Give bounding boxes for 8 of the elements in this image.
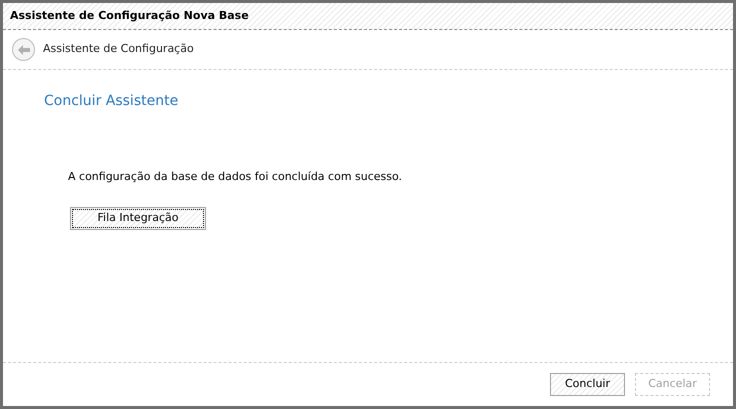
- page-heading: Concluir Assistente: [44, 92, 180, 111]
- back-button[interactable]: [12, 38, 35, 61]
- back-arrow-icon: [18, 44, 30, 54]
- window-title: Assistente de Configuração Nova Base: [10, 8, 249, 24]
- dialog-button[interactable]: Concluir: [550, 373, 625, 396]
- wizard-header-title: Assistente de Configuração: [43, 41, 194, 58]
- queue-integration-button[interactable]: Fila Integração: [70, 206, 206, 230]
- success-message: A configuração da base de dados foi concluída com sucesso.: [68, 169, 404, 185]
